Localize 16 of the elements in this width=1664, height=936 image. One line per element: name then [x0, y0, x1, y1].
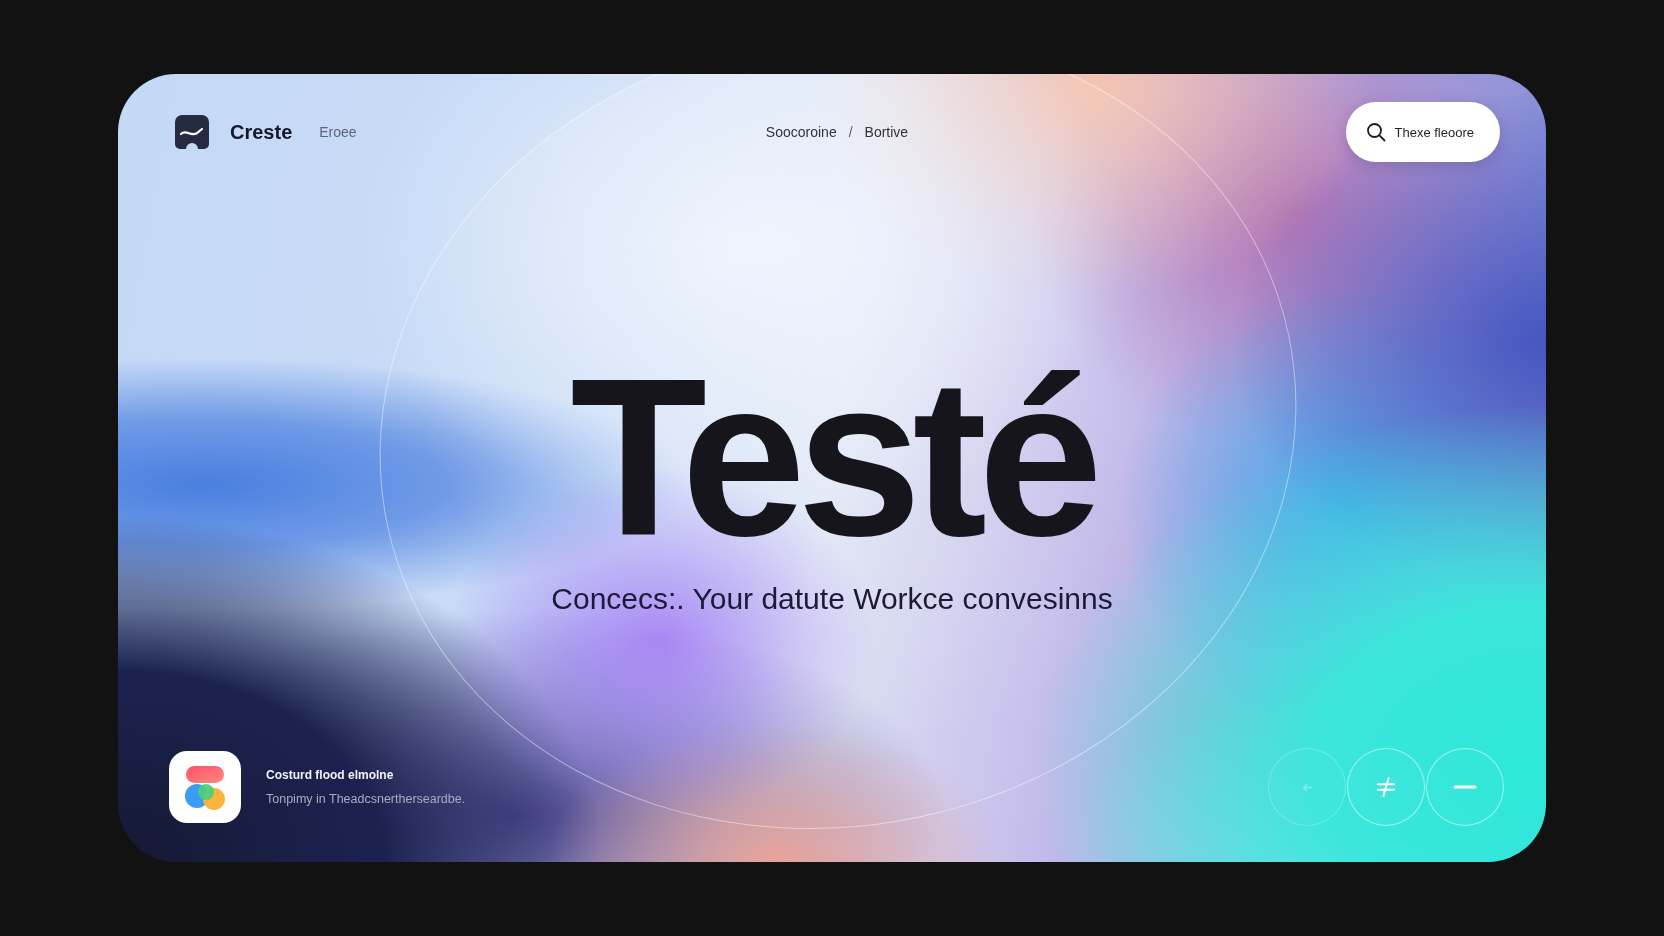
search-icon: [1365, 122, 1386, 142]
left-arrow-icon: [1301, 782, 1313, 792]
brand-name: Creste: [230, 120, 293, 144]
minus-icon: [1453, 785, 1477, 789]
nav-link[interactable]: Eroee: [319, 124, 357, 140]
search-button[interactable]: Thexe fleoore: [1345, 102, 1500, 162]
breadcrumb-link[interactable]: Soocoroine: [765, 124, 837, 140]
app-caption: Tonpimy in Theadcsnertherseardbe.: [266, 792, 466, 806]
breadcrumb-link[interactable]: Bortive: [864, 124, 909, 140]
not-equal-icon: [1376, 776, 1396, 798]
hero-title: Testé: [570, 345, 1094, 569]
logo-icon: [174, 114, 210, 150]
hero-subtitle: Concecs:. Your datute Workce convesinns: [551, 581, 1113, 617]
breadcrumb-separator: /: [848, 124, 853, 140]
app-icon: [169, 751, 241, 823]
app-title: Costurd flood elmolne: [266, 768, 395, 782]
